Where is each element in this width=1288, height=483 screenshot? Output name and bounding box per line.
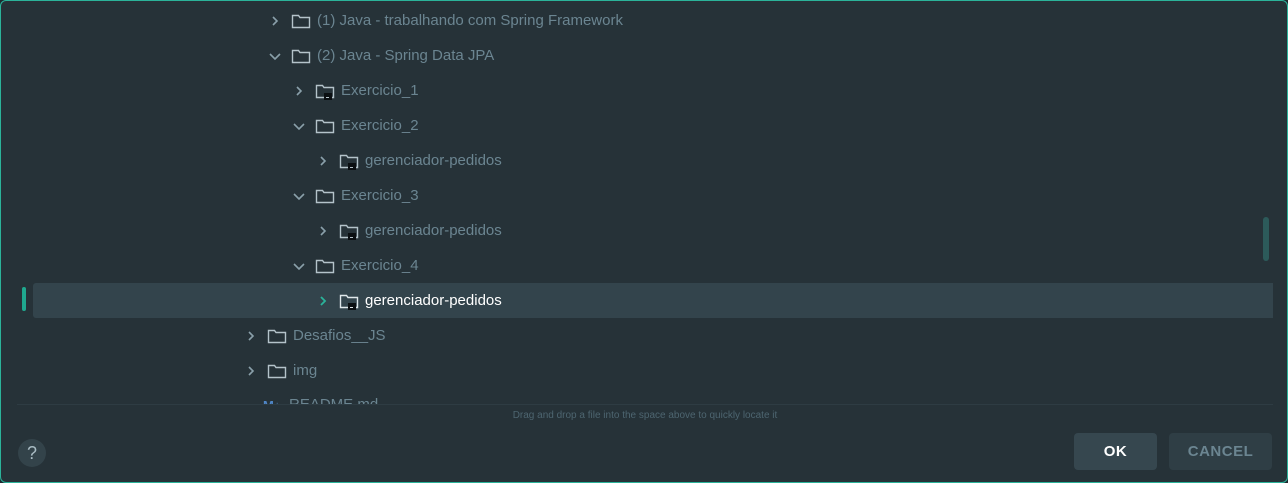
folder-icon [291, 48, 311, 64]
folder-icon [315, 258, 335, 274]
module-folder-icon [339, 293, 359, 310]
chevron-down-icon[interactable] [291, 118, 307, 134]
tree-item[interactable]: Exercicio_1 [17, 73, 1273, 108]
tree-item-label: Exercicio_3 [341, 187, 419, 204]
chevron-down-icon[interactable] [267, 48, 283, 64]
tree-item[interactable]: M↓ README.md [17, 387, 1273, 404]
tree-item[interactable]: Exercicio_3 [17, 178, 1273, 213]
selection-indicator [22, 287, 26, 311]
module-folder-icon [315, 83, 335, 100]
tree-item-label: Desafios__JS [293, 327, 386, 344]
tree-item[interactable]: img [17, 353, 1273, 388]
tree-item-label: gerenciador-pedidos [365, 222, 502, 239]
tree-item[interactable]: Desafios__JS [17, 318, 1273, 353]
chevron-right-icon[interactable] [315, 293, 331, 309]
chevron-right-icon[interactable] [291, 83, 307, 99]
tree-item[interactable]: Exercicio_2 [17, 108, 1273, 143]
help-button[interactable]: ? [18, 439, 46, 467]
folder-icon [315, 118, 335, 134]
tree-item-label: Exercicio_1 [341, 82, 419, 99]
folder-icon [267, 328, 287, 344]
folder-icon [315, 188, 335, 204]
module-folder-icon [339, 153, 359, 170]
module-folder-icon [339, 223, 359, 240]
folder-icon [291, 13, 311, 29]
file-tree[interactable]: (1) Java - trabalhando com Spring Framew… [17, 1, 1273, 404]
chevron-right-icon[interactable] [315, 223, 331, 239]
tree-item[interactable]: (1) Java - trabalhando com Spring Framew… [17, 3, 1273, 38]
markdown-file-icon: M↓ [263, 397, 285, 405]
tree-item-selected[interactable]: gerenciador-pedidos [33, 283, 1273, 318]
tree-item-label: README.md [289, 396, 378, 404]
tree-item[interactable]: gerenciador-pedidos [17, 213, 1273, 248]
chevron-right-icon[interactable] [315, 153, 331, 169]
tree-item-label: (2) Java - Spring Data JPA [317, 47, 495, 64]
file-chooser-dialog: (1) Java - trabalhando com Spring Framew… [0, 0, 1288, 483]
chevron-down-icon[interactable] [291, 258, 307, 274]
chevron-right-icon[interactable] [243, 328, 259, 344]
tree-item-label: (1) Java - trabalhando com Spring Framew… [317, 12, 623, 29]
tree-scrollbar[interactable] [1263, 217, 1269, 261]
tree-item[interactable]: Exercicio_4 [17, 248, 1273, 283]
cancel-button[interactable]: CANCEL [1169, 433, 1272, 470]
tree-item-label: Exercicio_2 [341, 117, 419, 134]
tree-item-label: img [293, 362, 318, 379]
chevron-right-icon[interactable] [243, 363, 259, 379]
tree-item-label: gerenciador-pedidos [365, 292, 502, 309]
drag-drop-hint: Drag and drop a file into the space abov… [17, 404, 1273, 427]
tree-item-label: gerenciador-pedidos [365, 152, 502, 169]
folder-icon [267, 363, 287, 379]
chevron-down-icon[interactable] [291, 188, 307, 204]
tree-item[interactable]: gerenciador-pedidos [17, 143, 1273, 178]
ok-button[interactable]: OK [1074, 433, 1157, 470]
chevron-right-icon[interactable] [267, 13, 283, 29]
tree-item-label: Exercicio_4 [341, 257, 419, 274]
tree-item[interactable]: (2) Java - Spring Data JPA [17, 38, 1273, 73]
